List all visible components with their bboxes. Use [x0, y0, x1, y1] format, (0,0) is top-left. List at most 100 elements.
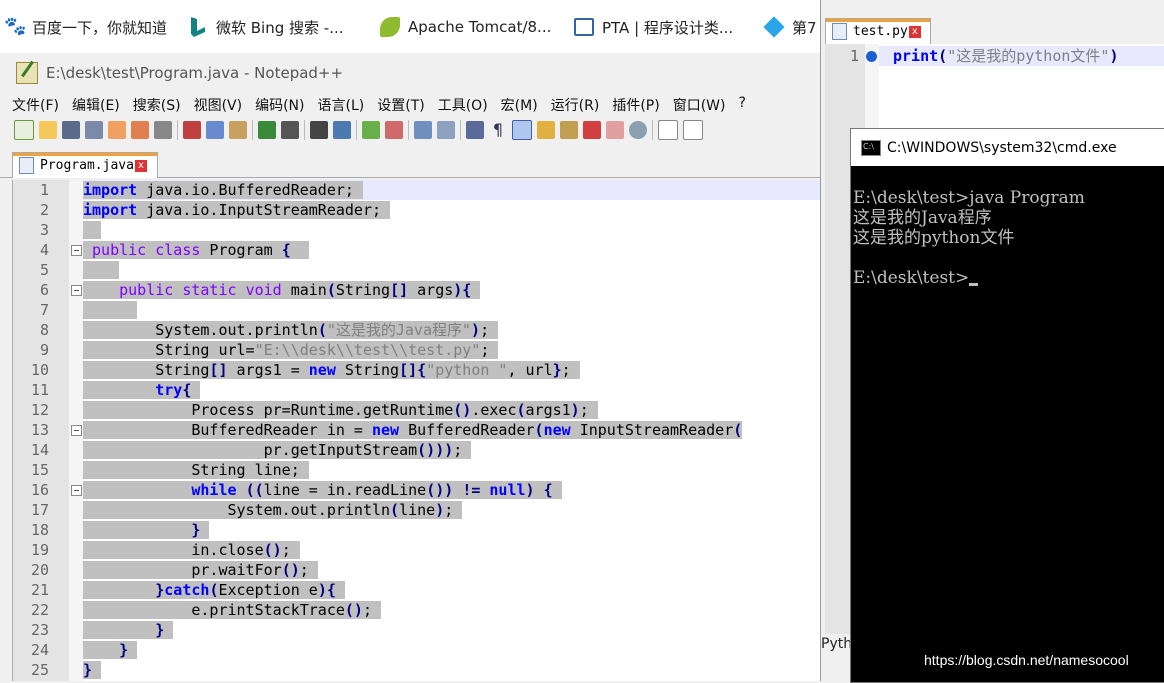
tab-program-java[interactable]: Program.java x: [12, 152, 158, 178]
folder-workspace-icon[interactable]: [606, 121, 624, 139]
open-folder-icon[interactable]: [39, 121, 57, 139]
line-number: 17: [30, 501, 49, 519]
pta-monitor-icon: [574, 18, 594, 36]
code-text: public static void main(String[] args){: [83, 280, 481, 300]
new-file-icon[interactable]: [14, 120, 34, 140]
bookmark-baidu[interactable]: 🐾 百度一下，你就知道: [4, 16, 167, 38]
code-text: BufferedReader in = new BufferedReader(n…: [83, 421, 743, 439]
menu-tools[interactable]: 工具(O): [438, 95, 488, 115]
fold-toggle-icon[interactable]: [71, 285, 82, 296]
code-line: 21 }catch(Exception e){: [13, 580, 821, 600]
code-editor[interactable]: 1 import java.io.BufferedReader; 2 import …: [12, 180, 821, 681]
replace-icon[interactable]: [333, 121, 351, 139]
code-text: String url="E:\\desk\\test\\test.py";: [83, 341, 499, 359]
code-line: 11 try{: [13, 380, 821, 400]
bookmark-more[interactable]: 第7: [763, 16, 817, 38]
bookmark-bing[interactable]: 微软 Bing 搜索 -...: [188, 16, 344, 38]
doc-map-icon[interactable]: [560, 121, 578, 139]
bookmark-dot-icon[interactable]: [866, 51, 877, 62]
console-output[interactable]: E:\desk\test>java Program 这是我的Java程序 这是我…: [851, 166, 1164, 682]
code-line: 10 String[] args1 = new String[]{"python…: [13, 360, 821, 380]
zoom-in-icon[interactable]: [362, 121, 380, 139]
copy-icon[interactable]: [206, 121, 224, 139]
code-line: 23 }: [13, 620, 821, 640]
menu-plugins[interactable]: 插件(P): [612, 95, 659, 115]
menu-language[interactable]: 语言(L): [318, 95, 365, 115]
close-all-icon[interactable]: [131, 121, 149, 139]
menu-help[interactable]: ?: [739, 95, 746, 115]
zoom-out-icon[interactable]: [385, 121, 403, 139]
indent-guide-icon[interactable]: [512, 120, 532, 140]
code-text: Process pr=Runtime.getRuntime().exec(arg…: [83, 401, 598, 419]
code-text: }catch(Exception e){: [83, 580, 345, 600]
print-icon[interactable]: [154, 121, 172, 139]
menu-encoding[interactable]: 编码(N): [255, 95, 304, 115]
user-language-icon[interactable]: [537, 121, 555, 139]
code-text: [83, 260, 120, 280]
close-tab-icon[interactable]: x: [908, 25, 921, 38]
word-wrap-icon[interactable]: [466, 121, 484, 139]
toolbar-separator: [408, 120, 409, 140]
paste-icon[interactable]: [229, 121, 247, 139]
bing-icon: [191, 17, 205, 37]
menu-search[interactable]: 搜索(S): [133, 95, 181, 115]
save-all-icon[interactable]: [85, 121, 103, 139]
line-number: 5: [39, 261, 49, 279]
stop-macro-icon[interactable]: [683, 120, 703, 140]
bookmark-pta[interactable]: PTA | 程序设计类...: [574, 16, 733, 38]
fold-toggle-icon[interactable]: [71, 245, 82, 256]
code-text: pr.getInputStream()));: [83, 441, 472, 459]
toolbar-separator: [652, 120, 653, 140]
menu-view[interactable]: 视图(V): [194, 95, 243, 115]
code-text: }: [83, 520, 210, 540]
find-icon[interactable]: [310, 121, 328, 139]
code-text: System.out.println("这是我的Java程序");: [83, 321, 499, 339]
cmd-title-bar[interactable]: C:\WINDOWS\system32\cmd.exe: [851, 129, 1164, 166]
sync-horizontal-icon[interactable]: [437, 121, 455, 139]
code-line: 17 System.out.println(line);: [13, 500, 821, 520]
menu-macro[interactable]: 宏(M): [501, 95, 538, 115]
line-number: 19: [30, 541, 49, 559]
fold-toggle-icon[interactable]: [71, 485, 82, 496]
code-line: 3: [13, 220, 821, 240]
monitoring-eye-icon[interactable]: [629, 121, 647, 139]
line-number: 22: [30, 601, 49, 619]
file-icon: [19, 157, 34, 174]
toolbar-separator: [304, 120, 305, 140]
menu-window[interactable]: 窗口(W): [673, 95, 726, 115]
close-file-icon[interactable]: [108, 121, 126, 139]
bookmarks-bar: 🐾 百度一下，你就知道 微软 Bing 搜索 -... Apache Tomca…: [0, 0, 820, 53]
code-line: 22 e.printStackTrace();: [13, 600, 821, 620]
code-line: 4 public class Program {: [13, 240, 821, 260]
save-icon[interactable]: [62, 121, 80, 139]
show-all-chars-icon[interactable]: ¶: [489, 121, 507, 139]
line-number: 18: [30, 521, 49, 539]
text-cursor: [969, 283, 979, 286]
tab-test-py[interactable]: test.py x: [825, 18, 931, 44]
line-number: 2: [39, 201, 49, 219]
undo-icon[interactable]: [258, 121, 276, 139]
redo-icon[interactable]: [281, 121, 299, 139]
sync-vertical-icon[interactable]: [414, 121, 432, 139]
code-line: 7: [13, 300, 821, 320]
code-text: e.printStackTrace();: [83, 601, 382, 619]
menu-file[interactable]: 文件(F): [12, 95, 59, 115]
cut-icon[interactable]: [183, 121, 201, 139]
menu-run[interactable]: 运行(R): [551, 95, 600, 115]
bookmark-tomcat[interactable]: Apache Tomcat/8...: [380, 16, 551, 38]
close-tab-icon[interactable]: x: [134, 159, 147, 172]
code-text: public class Program {: [83, 240, 309, 260]
line-number: 15: [30, 461, 49, 479]
function-list-icon[interactable]: [583, 121, 601, 139]
menu-settings[interactable]: 设置(T): [377, 95, 424, 115]
code-line: 2 import java.io.InputStreamReader;: [13, 200, 821, 220]
code-line: 9 String url="E:\\desk\\test\\test.py";: [13, 340, 821, 360]
line-number: 20: [30, 561, 49, 579]
fold-toggle-icon[interactable]: [71, 425, 82, 436]
notepadpp-window: E:\desk\test\Program.java - Notepad++ 文件…: [0, 53, 821, 681]
record-macro-icon[interactable]: [658, 120, 678, 140]
code-text: }: [83, 640, 138, 660]
code-line: 24 }: [13, 640, 821, 660]
menu-edit[interactable]: 编辑(E): [72, 95, 120, 115]
line-number: 14: [30, 441, 49, 459]
